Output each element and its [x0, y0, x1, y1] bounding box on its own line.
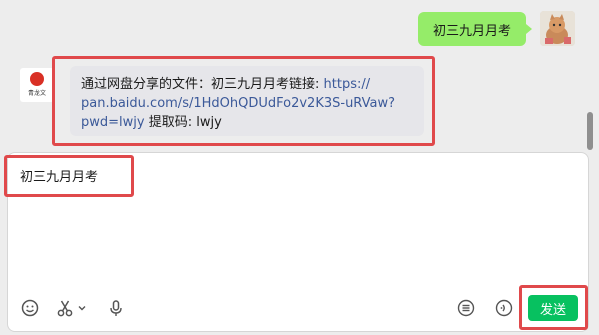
composer-draft-text[interactable]: 初三九月月考 [20, 166, 98, 185]
scissors-icon[interactable] [55, 298, 75, 318]
share-link[interactable]: https:// [324, 77, 371, 92]
extract-code-text: 提取码: lwjy [144, 115, 222, 130]
contact-avatar-label: 青龙文 [27, 90, 46, 97]
outgoing-message-bubble[interactable]: 初三九月月考 [418, 12, 532, 46]
emoji-icon[interactable] [20, 298, 40, 318]
list-icon[interactable] [456, 298, 476, 318]
microphone-icon[interactable] [106, 298, 126, 318]
my-avatar[interactable] [540, 11, 575, 46]
share-link-pwd[interactable]: pwd=lwjy [81, 115, 145, 130]
chat-history: 初三九月月考 青龙文 通过网盘分享的文件：初三九月月考链接: https:// … [0, 0, 599, 150]
voice-message-icon[interactable] [494, 298, 514, 318]
incoming-message-bubble[interactable]: 通过网盘分享的文件：初三九月月考链接: https:// pan.baidu.c… [70, 66, 424, 136]
chat-scrollbar[interactable] [587, 112, 593, 150]
outgoing-message-text: 初三九月月考 [432, 23, 511, 39]
share-link-cont[interactable]: pan.baidu.com/s/1HdOhQDUdFo2v2K3S-uRVaw? [81, 96, 395, 111]
incoming-message-text: 通过网盘分享的文件：初三九月月考链接: [81, 77, 324, 92]
logo-icon [30, 72, 44, 86]
cat-avatar-icon [540, 11, 575, 46]
contact-avatar[interactable]: 青龙文 [20, 68, 54, 102]
chevron-down-icon[interactable] [76, 298, 88, 318]
send-button[interactable]: 发送 [528, 295, 578, 321]
